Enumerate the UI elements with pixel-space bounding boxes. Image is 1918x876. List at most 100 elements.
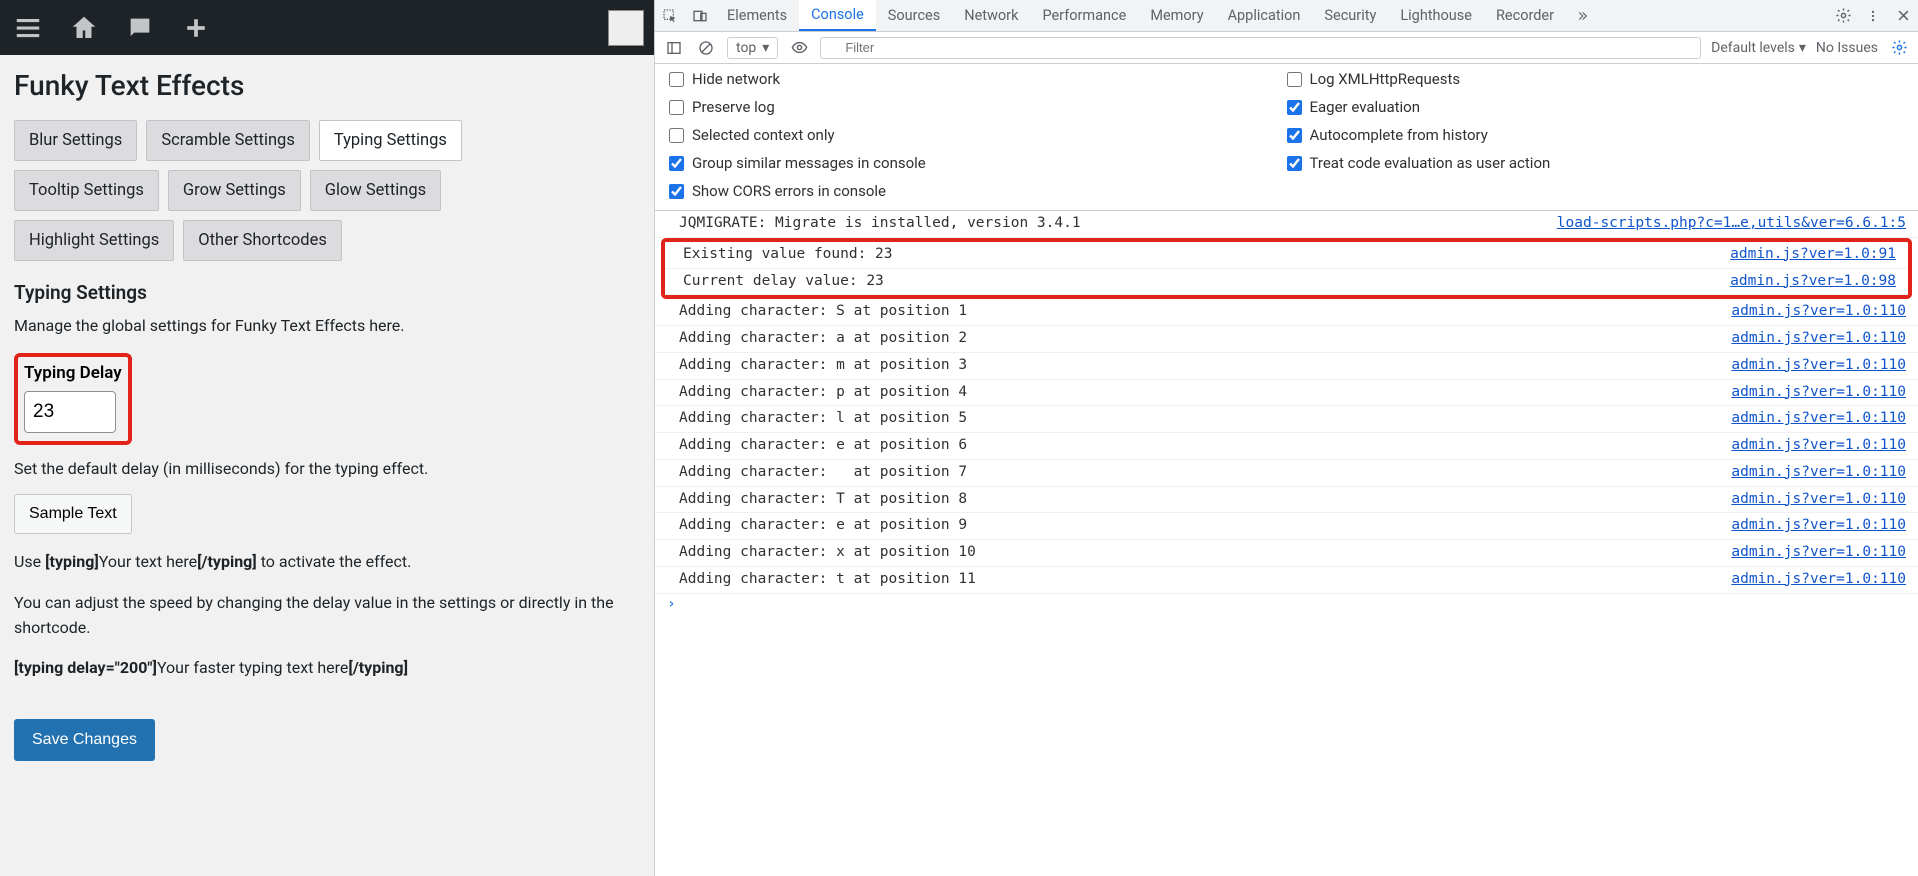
setting-eager-eval[interactable]: Eager evaluation: [1287, 98, 1905, 116]
typing-delay-label: Typing Delay: [24, 363, 122, 383]
checkbox[interactable]: [1287, 72, 1302, 87]
context-selector[interactable]: top▾: [727, 37, 778, 59]
usage-mid: Your text here: [99, 552, 197, 571]
settings-gear-icon[interactable]: [1828, 0, 1858, 31]
tab-highlight-settings[interactable]: Highlight Settings: [14, 220, 174, 261]
wp-admin-bar: [0, 0, 654, 55]
menu-icon[interactable]: [10, 10, 46, 46]
log-message: Adding character: e at position 6: [679, 435, 1731, 457]
avatar[interactable]: [608, 10, 644, 46]
kebab-menu-icon[interactable]: [1858, 0, 1888, 31]
log-source-link[interactable]: admin.js?ver=1.0:110: [1731, 355, 1906, 377]
log-source-link[interactable]: admin.js?ver=1.0:110: [1731, 489, 1906, 511]
devtools-panel: Elements Console Sources Network Perform…: [654, 0, 1918, 876]
tab-elements[interactable]: Elements: [715, 0, 799, 31]
issues-button[interactable]: No Issues: [1816, 40, 1878, 56]
checkbox[interactable]: [669, 184, 684, 199]
tab-sources[interactable]: Sources: [876, 0, 952, 31]
log-source-link[interactable]: admin.js?ver=1.0:110: [1731, 462, 1906, 484]
log-row: Current delay value: 23 admin.js?ver=1.0…: [665, 269, 1908, 296]
setting-hide-network[interactable]: Hide network: [669, 70, 1287, 88]
log-message: Current delay value: 23: [683, 271, 1730, 293]
log-row: Adding character: e at position 6admin.j…: [655, 433, 1918, 460]
checkbox[interactable]: [669, 156, 684, 171]
log-source-link[interactable]: admin.js?ver=1.0:110: [1731, 542, 1906, 564]
tab-scramble-settings[interactable]: Scramble Settings: [146, 120, 310, 161]
tab-console[interactable]: Console: [799, 0, 876, 31]
tab-tooltip-settings[interactable]: Tooltip Settings: [14, 170, 159, 211]
devtools-tab-bar: Elements Console Sources Network Perform…: [655, 0, 1918, 32]
checkbox[interactable]: [1287, 128, 1302, 143]
tab-grow-settings[interactable]: Grow Settings: [168, 170, 301, 211]
log-row: Adding character: l at position 5admin.j…: [655, 406, 1918, 433]
section-description: Manage the global settings for Funky Tex…: [14, 316, 640, 335]
log-source-link[interactable]: admin.js?ver=1.0:110: [1731, 301, 1906, 323]
setting-preserve-log[interactable]: Preserve log: [669, 98, 1287, 116]
log-source-link[interactable]: admin.js?ver=1.0:110: [1731, 328, 1906, 350]
setting-selected-context[interactable]: Selected context only: [669, 126, 1287, 144]
close-devtools-icon[interactable]: [1888, 0, 1918, 31]
inspect-element-icon[interactable]: [655, 0, 685, 31]
tab-typing-settings[interactable]: Typing Settings: [319, 120, 462, 161]
usage-prefix: Use: [14, 552, 45, 571]
sample-text-button[interactable]: Sample Text: [14, 494, 132, 534]
console-filter-input[interactable]: [820, 37, 1701, 59]
tab-other-shortcodes[interactable]: Other Shortcodes: [183, 220, 342, 261]
log-source-link[interactable]: admin.js?ver=1.0:110: [1731, 408, 1906, 430]
save-changes-button[interactable]: Save Changes: [14, 719, 155, 761]
tab-lighthouse[interactable]: Lighthouse: [1388, 0, 1484, 31]
log-source-link[interactable]: admin.js?ver=1.0:91: [1730, 244, 1896, 266]
setting-group-similar[interactable]: Group similar messages in console: [669, 154, 1287, 172]
checkbox[interactable]: [1287, 156, 1302, 171]
log-source-link[interactable]: admin.js?ver=1.0:98: [1730, 271, 1896, 293]
console-prompt[interactable]: ›: [655, 594, 1918, 614]
toggle-sidebar-icon[interactable]: [663, 37, 685, 59]
setting-label: Autocomplete from history: [1310, 126, 1488, 144]
log-source-link[interactable]: admin.js?ver=1.0:110: [1731, 569, 1906, 591]
setting-cors-errors[interactable]: Show CORS errors in console: [669, 182, 1287, 200]
typing-delay-field-highlight: Typing Delay: [14, 353, 132, 445]
log-levels-selector[interactable]: Default levels▾: [1711, 40, 1806, 56]
console-settings-gear-icon[interactable]: [1888, 37, 1910, 59]
tab-glow-settings[interactable]: Glow Settings: [310, 170, 441, 211]
log-row: Adding character: e at position 9admin.j…: [655, 513, 1918, 540]
log-source-link[interactable]: load-scripts.php?c=1…e,utils&ver=6.6.1:5: [1557, 213, 1906, 235]
log-source-link[interactable]: admin.js?ver=1.0:110: [1731, 382, 1906, 404]
clear-console-icon[interactable]: [695, 37, 717, 59]
setting-label: Eager evaluation: [1310, 98, 1421, 116]
log-row: Adding character: S at position 1admin.j…: [655, 299, 1918, 326]
log-message: Adding character: x at position 10: [679, 542, 1731, 564]
log-message: Adding character: m at position 3: [679, 355, 1731, 377]
chevron-down-icon: ▾: [762, 40, 769, 56]
page-title: Funky Text Effects: [14, 69, 640, 102]
tab-network[interactable]: Network: [952, 0, 1030, 31]
tab-application[interactable]: Application: [1216, 0, 1313, 31]
checkbox[interactable]: [1287, 100, 1302, 115]
typing-delay-input[interactable]: [24, 391, 116, 433]
toggle-device-icon[interactable]: [685, 0, 715, 31]
log-source-link[interactable]: admin.js?ver=1.0:110: [1731, 435, 1906, 457]
setting-autocomplete[interactable]: Autocomplete from history: [1287, 126, 1905, 144]
checkbox[interactable]: [669, 128, 684, 143]
console-toolbar: top▾ Default levels▾ No Issues: [655, 32, 1918, 64]
setting-log-xhr[interactable]: Log XMLHttpRequests: [1287, 70, 1905, 88]
live-expression-icon[interactable]: [788, 37, 810, 59]
tab-memory[interactable]: Memory: [1138, 0, 1215, 31]
tab-blur-settings[interactable]: Blur Settings: [14, 120, 137, 161]
log-row: Adding character: x at position 10admin.…: [655, 540, 1918, 567]
setting-label: Hide network: [692, 70, 780, 88]
log-message: Adding character: t at position 11: [679, 569, 1731, 591]
tab-security[interactable]: Security: [1312, 0, 1388, 31]
settings-tabs-row-2: Tooltip Settings Grow Settings Glow Sett…: [14, 170, 640, 211]
tab-recorder[interactable]: Recorder: [1484, 0, 1566, 31]
comment-icon[interactable]: [122, 10, 158, 46]
more-tabs-icon[interactable]: [1566, 0, 1596, 31]
setting-treat-eval[interactable]: Treat code evaluation as user action: [1287, 154, 1905, 172]
log-message: Adding character: T at position 8: [679, 489, 1731, 511]
home-icon[interactable]: [66, 10, 102, 46]
tab-performance[interactable]: Performance: [1030, 0, 1138, 31]
log-source-link[interactable]: admin.js?ver=1.0:110: [1731, 515, 1906, 537]
checkbox[interactable]: [669, 72, 684, 87]
plus-icon[interactable]: [178, 10, 214, 46]
checkbox[interactable]: [669, 100, 684, 115]
